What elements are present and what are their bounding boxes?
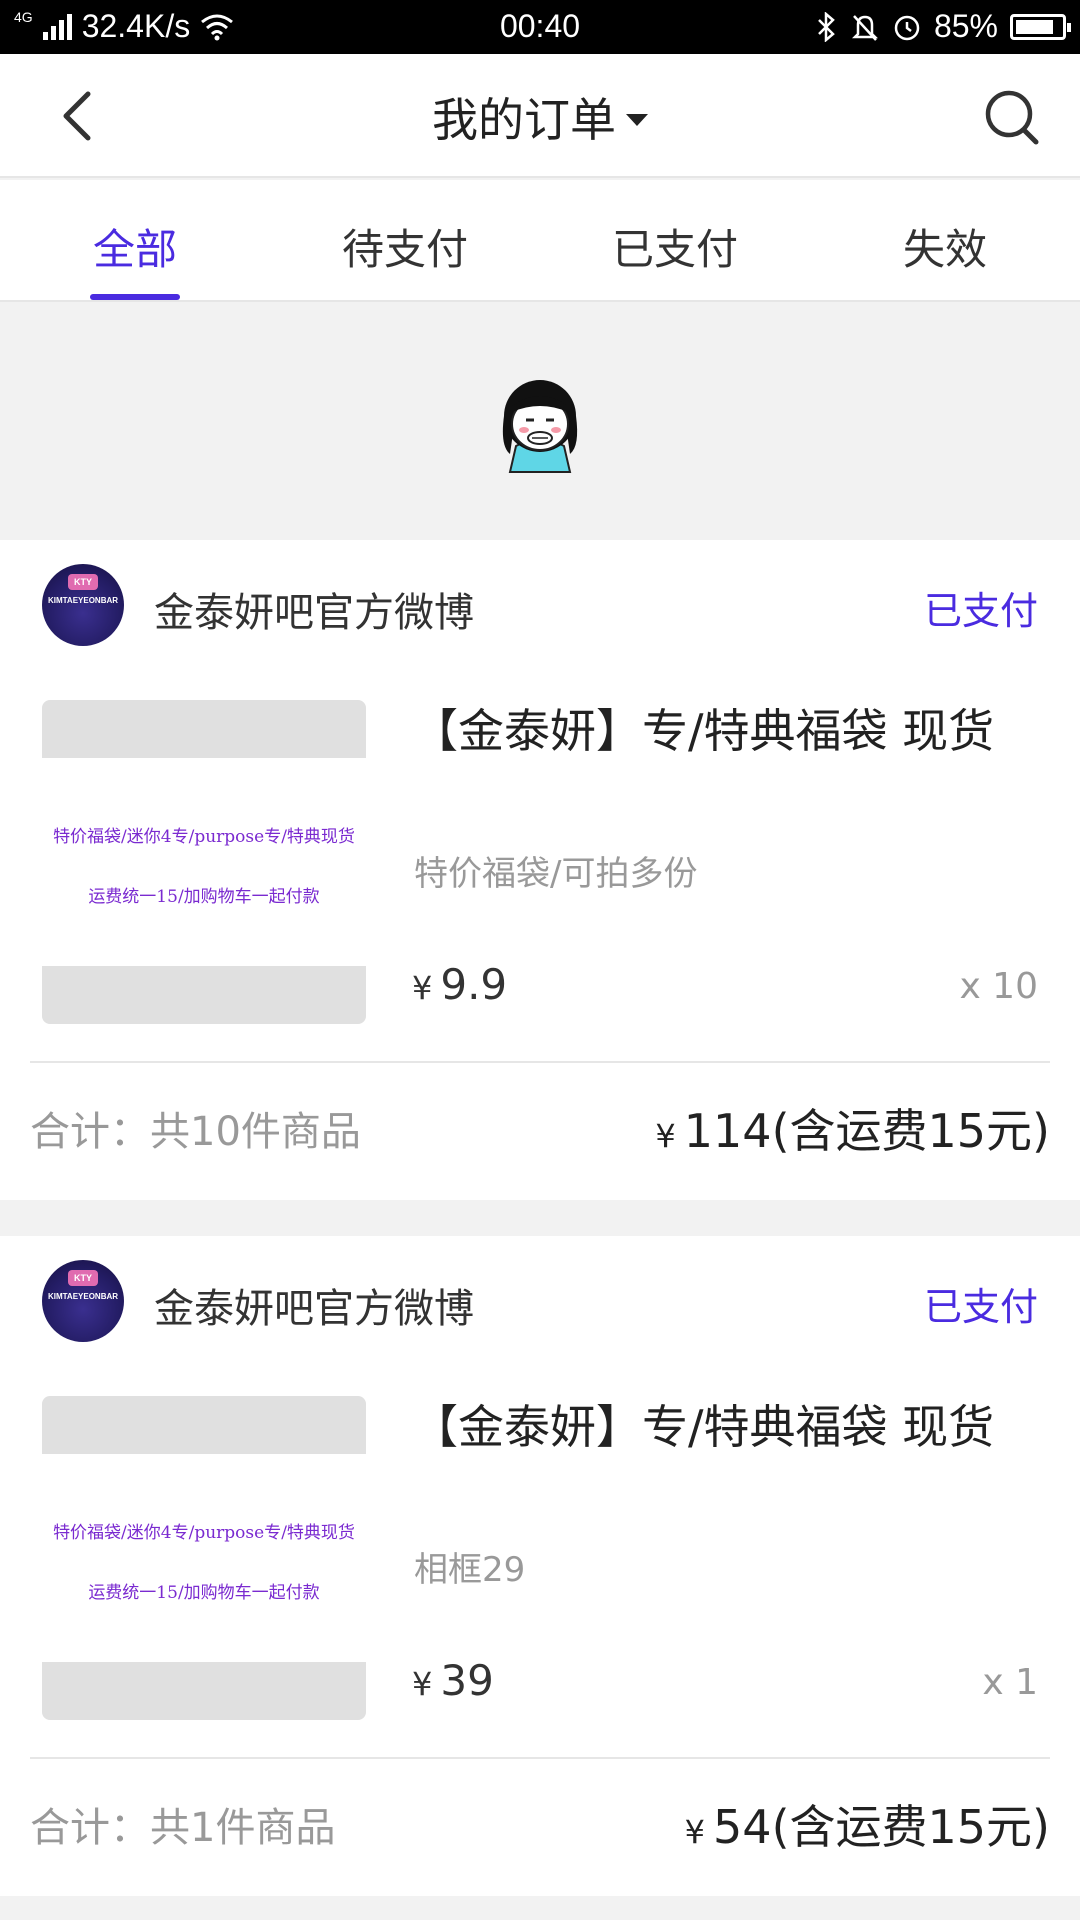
battery-icon [1010, 13, 1071, 40]
product-quantity: x 10 [959, 966, 1038, 1007]
battery-percent: 85% [933, 8, 998, 44]
product-price: ¥39 [412, 1656, 494, 1705]
order-total-row: 合计：共10件商品 ¥114(含运费15元) [0, 1063, 1080, 1183]
product-image: 特价福袋/迷你4专/purpose专/特典现货 运费统一15/加购物车一起付款 [42, 1396, 366, 1720]
page-title-dropdown[interactable]: 我的订单 [0, 84, 1080, 150]
product-image: 特价福袋/迷你4专/purpose专/特典现货 运费统一15/加购物车一起付款 [42, 700, 366, 1024]
shop-name: 金泰妍吧官方微博 [154, 590, 474, 636]
product-quantity: x 1 [982, 1662, 1038, 1703]
shop-logo: KTY KIMTAEYEONBAR [42, 1260, 124, 1342]
total-amount: ¥114(含运费15元) [655, 1104, 1050, 1158]
app-bar: 我的订单 [0, 54, 1080, 178]
order-total-row: 合计：共1件商品 ¥54(含运费15元) [0, 1759, 1080, 1879]
search-button[interactable] [982, 88, 1042, 148]
product-spec: 特价福袋/可拍多份 [414, 854, 698, 894]
total-label: 合计：共1件商品 [30, 1805, 336, 1851]
page-title: 我的订单 [432, 93, 616, 147]
mascot-girl-icon [502, 380, 578, 473]
alarm-icon [894, 15, 920, 40]
shop-name: 金泰妍吧官方微博 [154, 1286, 474, 1332]
total-label: 合计：共10件商品 [30, 1109, 361, 1155]
tab-expired[interactable]: 失效 [810, 180, 1080, 300]
status-bar: 4G 32.4K/s 00:40 85% [0, 0, 1080, 54]
tab-all[interactable]: 全部 [0, 180, 270, 300]
order-card[interactable]: KTY KIMTAEYEONBAR 金泰妍吧官方微博 已支付 特价福袋/迷你4专… [0, 540, 1080, 1200]
shop-header[interactable]: KTY KIMTAEYEONBAR 金泰妍吧官方微博 已支付 [0, 540, 1080, 670]
shop-header[interactable]: KTY KIMTAEYEONBAR 金泰妍吧官方微博 已支付 [0, 1236, 1080, 1366]
caret-down-icon [626, 113, 648, 126]
active-tab-indicator [90, 294, 180, 300]
order-status: 已支付 [923, 1285, 1038, 1329]
product-title: 【金泰妍】专/特典福袋 现货 [412, 704, 995, 758]
bluetooth-icon [818, 11, 835, 42]
product-item[interactable]: 特价福袋/迷你4专/purpose专/特典现货 运费统一15/加购物车一起付款 … [0, 1396, 1080, 1726]
order-status: 已支付 [923, 589, 1038, 633]
order-tabs: 全部 待支付 已支付 失效 [0, 180, 1080, 302]
shop-logo: KTY KIMTAEYEONBAR [42, 564, 124, 646]
tab-paid[interactable]: 已支付 [540, 180, 810, 300]
tab-pending-payment[interactable]: 待支付 [270, 180, 540, 300]
product-price: ¥9.9 [412, 960, 508, 1009]
product-item[interactable]: 特价福袋/迷你4专/purpose专/特典现货 运费统一15/加购物车一起付款 … [0, 700, 1080, 1030]
product-spec: 相框29 [414, 1550, 526, 1590]
product-title: 【金泰妍】专/特典福袋 现货 [412, 1400, 995, 1454]
total-amount: ¥54(含运费15元) [684, 1800, 1050, 1854]
order-card[interactable]: KTY KIMTAEYEONBAR 金泰妍吧官方微博 已支付 特价福袋/迷你4专… [0, 1236, 1080, 1896]
mute-bell-icon [851, 14, 878, 41]
